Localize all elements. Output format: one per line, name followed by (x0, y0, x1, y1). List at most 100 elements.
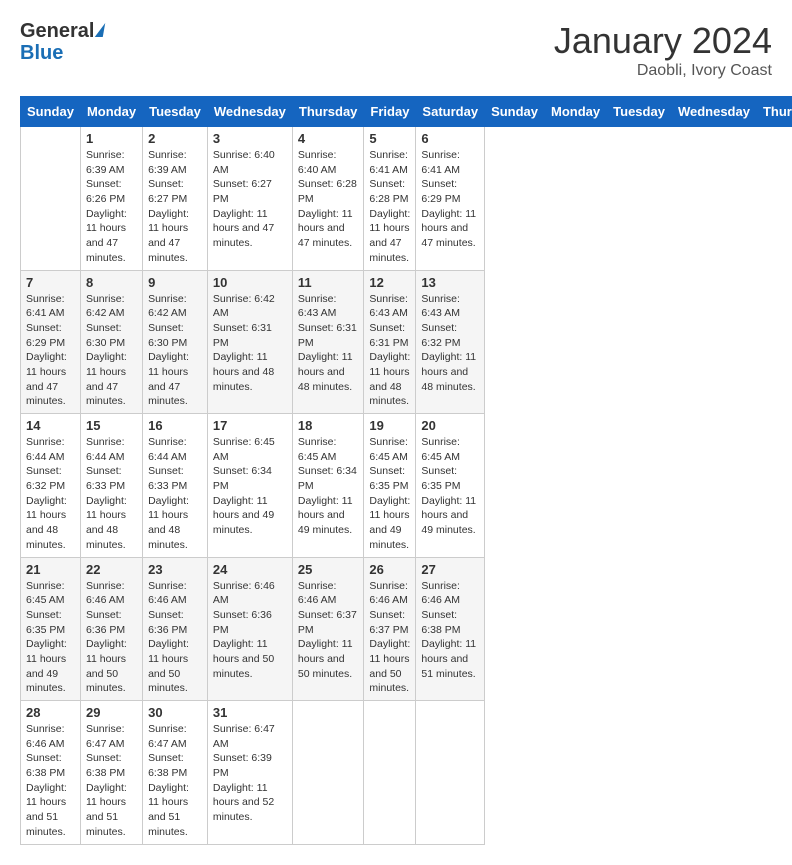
day-number: 16 (148, 418, 202, 433)
day-number: 9 (148, 275, 202, 290)
calendar-cell: 31 Sunrise: 6:47 AMSunset: 6:39 PMDayligh… (207, 701, 292, 845)
calendar-cell: 18Sunrise: 6:45 AMSunset: 6:34 PMDayligh… (292, 414, 364, 558)
day-info: Sunrise: 6:40 AMSunset: 6:27 PMDaylight:… (213, 148, 287, 251)
day-info: Sunrise: 6:43 AMSunset: 6:31 PMDaylight:… (369, 292, 410, 410)
col-header-monday: Monday (545, 97, 607, 127)
calendar-cell: 6Sunrise: 6:41 AMSunset: 6:29 PMDaylight… (416, 127, 485, 271)
calendar-cell: 24 Sunrise: 6:46 AMSunset: 6:36 PMDayligh… (207, 557, 292, 701)
day-number: 21 (26, 562, 75, 577)
col-header-thursday: Thursday (756, 97, 792, 127)
location-title: Daobli, Ivory Coast (554, 62, 772, 80)
day-number: 24 (213, 562, 287, 577)
calendar-cell: 3Sunrise: 6:40 AMSunset: 6:27 PMDaylight… (207, 127, 292, 271)
day-info: Sunrise: 6:41 AMSunset: 6:28 PMDaylight:… (369, 148, 410, 266)
header-wednesday: Wednesday (207, 97, 292, 127)
calendar-table: SundayMondayTuesdayWednesdayThursdayFrid… (20, 96, 792, 845)
day-info: Sunrise: 6:45 AMSunset: 6:35 PMDaylight:… (26, 579, 75, 697)
day-info: Sunrise: 6:46 AMSunset: 6:37 PMDaylight:… (298, 579, 359, 682)
calendar-cell: 22 Sunrise: 6:46 AMSunset: 6:36 PMDayligh… (80, 557, 142, 701)
calendar-cell: 16 Sunrise: 6:44 AMSunset: 6:33 PMDayligh… (143, 414, 208, 558)
calendar-cell: 8 Sunrise: 6:42 AMSunset: 6:30 PMDaylight… (80, 270, 142, 414)
day-info: Sunrise: 6:42 AMSunset: 6:30 PMDaylight:… (148, 292, 202, 410)
page-header: General Blue January 2024 Daobli, Ivory … (20, 20, 772, 80)
header-saturday: Saturday (416, 97, 485, 127)
calendar-cell: 1 Sunrise: 6:39 AMSunset: 6:26 PMDaylight… (80, 127, 142, 271)
day-info: Sunrise: 6:45 AMSunset: 6:35 PMDaylight:… (421, 435, 479, 538)
calendar-cell: 2Sunrise: 6:39 AMSunset: 6:27 PMDaylight… (143, 127, 208, 271)
day-info: Sunrise: 6:46 AMSunset: 6:36 PMDaylight:… (213, 579, 287, 682)
day-number: 22 (86, 562, 137, 577)
day-info: Sunrise: 6:46 AMSunset: 6:36 PMDaylight:… (148, 579, 202, 697)
col-header-wednesday: Wednesday (671, 97, 756, 127)
calendar-cell: 20 Sunrise: 6:45 AMSunset: 6:35 PMDayligh… (416, 414, 485, 558)
day-info: Sunrise: 6:46 AMSunset: 6:37 PMDaylight:… (369, 579, 410, 697)
week-row-4: 21 Sunrise: 6:45 AMSunset: 6:35 PMDayligh… (21, 557, 792, 701)
day-number: 1 (86, 131, 137, 146)
day-number: 20 (421, 418, 479, 433)
day-info: Sunrise: 6:40 AMSunset: 6:28 PMDaylight:… (298, 148, 359, 251)
logo-blue-text: Blue (20, 42, 63, 64)
day-number: 14 (26, 418, 75, 433)
day-number: 18 (298, 418, 359, 433)
calendar-cell: 26 Sunrise: 6:46 AMSunset: 6:37 PMDayligh… (364, 557, 416, 701)
day-info: Sunrise: 6:39 AMSunset: 6:26 PMDaylight:… (86, 148, 137, 266)
calendar-cell: 5 Sunrise: 6:41 AMSunset: 6:28 PMDaylight… (364, 127, 416, 271)
day-info: Sunrise: 6:43 AMSunset: 6:31 PMDaylight:… (298, 292, 359, 395)
calendar-cell: 14 Sunrise: 6:44 AMSunset: 6:32 PMDayligh… (21, 414, 81, 558)
calendar-cell: 17 Sunrise: 6:45 AMSunset: 6:34 PMDayligh… (207, 414, 292, 558)
month-title: January 2024 (554, 20, 772, 62)
week-row-5: 28Sunrise: 6:46 AMSunset: 6:38 PMDayligh… (21, 701, 792, 845)
calendar-cell: 27 Sunrise: 6:46 AMSunset: 6:38 PMDayligh… (416, 557, 485, 701)
day-info: Sunrise: 6:47 AMSunset: 6:39 PMDaylight:… (213, 722, 287, 825)
day-info: Sunrise: 6:47 AMSunset: 6:38 PMDaylight:… (148, 722, 202, 840)
day-info: Sunrise: 6:42 AMSunset: 6:31 PMDaylight:… (213, 292, 287, 395)
calendar-cell: 12 Sunrise: 6:43 AMSunset: 6:31 PMDayligh… (364, 270, 416, 414)
day-number: 25 (298, 562, 359, 577)
header-sunday: Sunday (21, 97, 81, 127)
day-info: Sunrise: 6:45 AMSunset: 6:35 PMDaylight:… (369, 435, 410, 553)
day-info: Sunrise: 6:42 AMSunset: 6:30 PMDaylight:… (86, 292, 137, 410)
day-number: 4 (298, 131, 359, 146)
day-number: 7 (26, 275, 75, 290)
calendar-cell: 23Sunrise: 6:46 AMSunset: 6:36 PMDayligh… (143, 557, 208, 701)
title-section: January 2024 Daobli, Ivory Coast (554, 20, 772, 80)
day-info: Sunrise: 6:45 AMSunset: 6:34 PMDaylight:… (213, 435, 287, 538)
day-number: 27 (421, 562, 479, 577)
calendar-cell (21, 127, 81, 271)
day-info: Sunrise: 6:41 AMSunset: 6:29 PMDaylight:… (26, 292, 75, 410)
week-row-1: 1 Sunrise: 6:39 AMSunset: 6:26 PMDaylight… (21, 127, 792, 271)
day-number: 26 (369, 562, 410, 577)
calendar-header-row: SundayMondayTuesdayWednesdayThursdayFrid… (21, 97, 792, 127)
day-number: 6 (421, 131, 479, 146)
day-number: 17 (213, 418, 287, 433)
calendar-cell: 13Sunrise: 6:43 AMSunset: 6:32 PMDayligh… (416, 270, 485, 414)
logo-general-text: General (20, 20, 94, 42)
day-number: 12 (369, 275, 410, 290)
day-info: Sunrise: 6:46 AMSunset: 6:38 PMDaylight:… (421, 579, 479, 682)
day-number: 5 (369, 131, 410, 146)
logo-icon (95, 23, 105, 37)
day-info: Sunrise: 6:44 AMSunset: 6:33 PMDaylight:… (148, 435, 202, 553)
calendar-cell: 19Sunrise: 6:45 AMSunset: 6:35 PMDayligh… (364, 414, 416, 558)
day-number: 31 (213, 705, 287, 720)
calendar-cell: 21 Sunrise: 6:45 AMSunset: 6:35 PMDayligh… (21, 557, 81, 701)
week-row-3: 14 Sunrise: 6:44 AMSunset: 6:32 PMDayligh… (21, 414, 792, 558)
header-friday: Friday (364, 97, 416, 127)
calendar-cell (416, 701, 485, 845)
calendar-cell: 10Sunrise: 6:42 AMSunset: 6:31 PMDayligh… (207, 270, 292, 414)
calendar-cell: 28Sunrise: 6:46 AMSunset: 6:38 PMDayligh… (21, 701, 81, 845)
day-number: 8 (86, 275, 137, 290)
calendar-cell: 9 Sunrise: 6:42 AMSunset: 6:30 PMDaylight… (143, 270, 208, 414)
day-info: Sunrise: 6:44 AMSunset: 6:32 PMDaylight:… (26, 435, 75, 553)
logo: General Blue (20, 20, 104, 64)
col-header-sunday: Sunday (485, 97, 545, 127)
calendar-cell: 15Sunrise: 6:44 AMSunset: 6:33 PMDayligh… (80, 414, 142, 558)
calendar-cell: 25 Sunrise: 6:46 AMSunset: 6:37 PMDayligh… (292, 557, 364, 701)
day-info: Sunrise: 6:47 AMSunset: 6:38 PMDaylight:… (86, 722, 137, 840)
day-number: 2 (148, 131, 202, 146)
day-number: 29 (86, 705, 137, 720)
day-info: Sunrise: 6:46 AMSunset: 6:36 PMDaylight:… (86, 579, 137, 697)
col-header-tuesday: Tuesday (607, 97, 672, 127)
calendar-cell (292, 701, 364, 845)
day-number: 13 (421, 275, 479, 290)
